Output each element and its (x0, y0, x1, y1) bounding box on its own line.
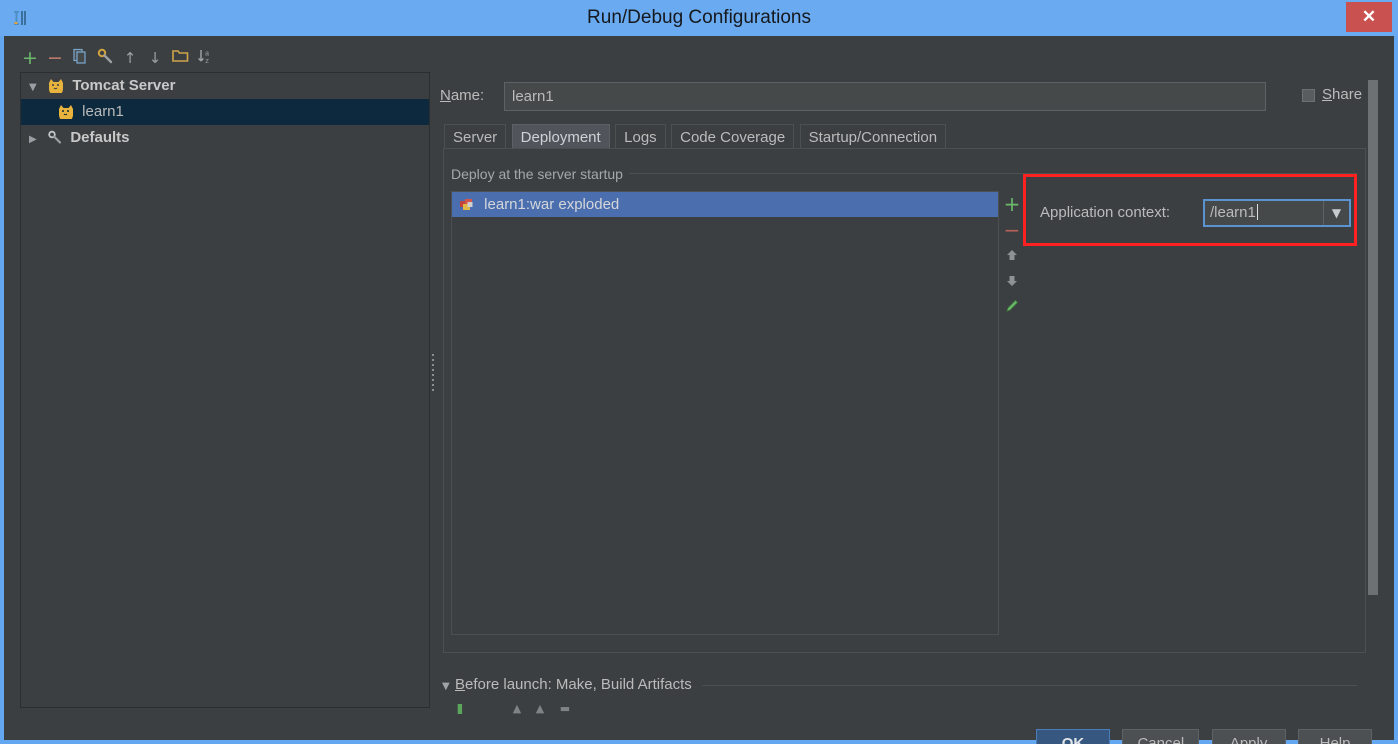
tree-node-label: learn1 (82, 103, 124, 120)
edit-artifact-button[interactable] (1001, 297, 1023, 319)
list-item[interactable]: learn1:war exploded (452, 192, 998, 217)
name-label: Name: (440, 87, 484, 104)
before-launch-move-down-button[interactable]: ▲ (534, 704, 546, 714)
share-label-mnemonic: S (1322, 86, 1333, 103)
application-context-combobox[interactable]: /learn1 ▼ (1203, 199, 1351, 227)
copy-configuration-button[interactable] (70, 48, 90, 68)
application-context-label: Application context: (1040, 204, 1171, 221)
remove-configuration-button[interactable]: − (45, 48, 65, 68)
before-launch-add-button[interactable]: ▌ (456, 704, 468, 714)
text-caret (1256, 204, 1258, 220)
chevron-down-icon[interactable]: ▼ (442, 681, 455, 692)
artifact-war-icon (459, 194, 475, 210)
dialog-body: + − ↑ ↓ a z ▼ Tomcat Server learn1 ▶ Def… (4, 36, 1394, 744)
tree-node-defaults[interactable]: ▶ Defaults (21, 125, 429, 151)
apply-button-rest: pply (1239, 735, 1268, 744)
configurations-toolbar: + − ↑ ↓ a z (20, 46, 430, 70)
svg-text:z: z (205, 58, 209, 65)
move-artifact-down-button[interactable] (1001, 272, 1023, 294)
remove-artifact-button[interactable]: − (1001, 219, 1023, 241)
chevron-right-icon[interactable]: ▶ (29, 127, 43, 153)
before-launch-edit-button[interactable]: ▬ (559, 704, 571, 714)
apply-button-mnemonic: A (1229, 735, 1240, 744)
deployment-artifacts-list[interactable]: learn1:war exploded (451, 191, 999, 635)
deploy-group-label: Deploy at the server startup (451, 166, 629, 182)
share-label[interactable]: Share (1322, 86, 1362, 103)
move-artifact-up-button[interactable] (1001, 246, 1023, 268)
ok-button[interactable]: OK (1036, 729, 1110, 744)
tab-code-coverage[interactable]: Code Coverage (671, 124, 795, 149)
tree-node-label: Defaults (70, 129, 130, 146)
share-checkbox[interactable] (1302, 89, 1315, 102)
name-input[interactable] (504, 82, 1266, 111)
tab-deployment[interactable]: Deployment (511, 124, 610, 149)
configurations-tree[interactable]: ▼ Tomcat Server learn1 ▶ Defaults (20, 72, 430, 708)
name-label-mnemonic: N (440, 87, 451, 104)
share-label-rest: hare (1332, 86, 1363, 103)
window-title: Run/Debug Configurations (587, 7, 811, 28)
wrench-icon (47, 130, 63, 145)
name-label-rest: ame: (450, 87, 485, 104)
add-artifact-button[interactable]: + (1001, 193, 1023, 215)
list-item-label: learn1:war exploded (484, 196, 620, 213)
dialog-button-bar: OK Cancel Apply Help (1036, 729, 1373, 744)
chevron-down-icon[interactable]: ▼ (29, 75, 43, 101)
help-button[interactable]: Help (1298, 729, 1373, 744)
window-titlebar: Run/Debug Configurations ✕ (0, 0, 1398, 36)
tab-startup-connection[interactable]: Startup/Connection (799, 124, 947, 149)
sort-alphabetically-button[interactable]: a z (195, 48, 215, 68)
panel-splitter-handle[interactable] (428, 351, 438, 441)
close-icon[interactable]: ✕ (1346, 2, 1392, 32)
add-configuration-button[interactable]: + (20, 48, 40, 68)
configuration-tabs: Server Deployment Logs Code Coverage Sta… (444, 124, 947, 149)
before-launch-move-up-button[interactable]: ▲ (511, 704, 523, 714)
application-context-input[interactable]: /learn1 (1205, 201, 1323, 225)
tomcat-cat-icon (47, 76, 65, 96)
content-scrollbar-thumb[interactable] (1368, 80, 1378, 595)
tree-node-learn1[interactable]: learn1 (21, 99, 429, 125)
before-launch-divider (702, 685, 1357, 686)
before-launch-label: efore launch: Make, Build Artifacts (465, 676, 692, 693)
application-context-value: /learn1 (1210, 204, 1256, 221)
move-down-button[interactable]: ↓ (145, 48, 165, 68)
move-up-button[interactable]: ↑ (120, 48, 140, 68)
tomcat-cat-icon (57, 102, 75, 122)
before-launch-toolbar: ▌ ▲ ▲ ▬ (456, 704, 656, 714)
tree-node-label: Tomcat Server (72, 77, 176, 94)
chevron-down-icon[interactable]: ▼ (1323, 201, 1349, 225)
edit-templates-wrench-icon[interactable] (95, 48, 115, 68)
apply-button[interactable]: Apply (1211, 729, 1286, 744)
tree-node-tomcat-server[interactable]: ▼ Tomcat Server (21, 73, 429, 99)
artifact-list-buttons: + − (1001, 193, 1023, 323)
cancel-button[interactable]: Cancel (1122, 729, 1200, 744)
tab-logs[interactable]: Logs (615, 124, 666, 149)
before-launch-section-header[interactable]: ▼ Before launch: Make, Build Artifacts (442, 676, 692, 693)
tab-server[interactable]: Server (444, 124, 507, 149)
before-launch-mnemonic: B (455, 676, 466, 693)
folder-button[interactable] (170, 48, 190, 68)
